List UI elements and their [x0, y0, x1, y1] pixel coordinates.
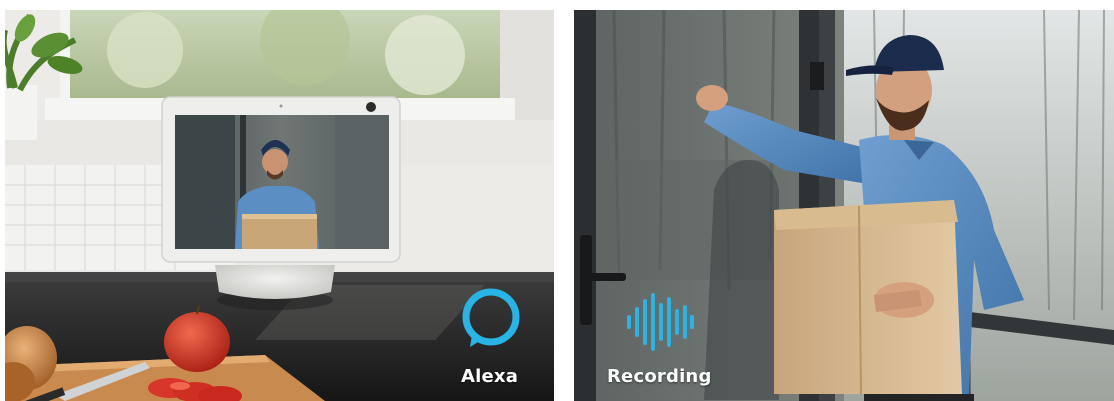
- alexa-scene-panel: Alexa: [5, 10, 554, 401]
- recording-caption: Recording: [607, 366, 712, 387]
- recording-scene-panel: Recording: [574, 10, 1114, 401]
- sound-wave-icon: [627, 293, 694, 351]
- alexa-ring-icon: [462, 288, 520, 347]
- alexa-caption: Alexa: [461, 366, 519, 387]
